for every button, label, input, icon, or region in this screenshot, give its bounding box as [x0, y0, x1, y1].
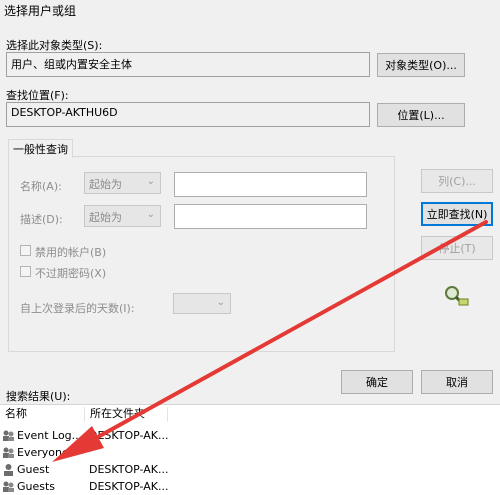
user-icon	[4, 464, 13, 476]
desc-label: 描述(D):	[20, 213, 63, 226]
column-divider	[84, 407, 85, 422]
location-label: 查找位置(F):	[6, 89, 69, 102]
table-row[interactable]: Guests DESKTOP-AK...	[0, 478, 500, 495]
object-type-value: 用户、组或内置安全主体	[11, 58, 132, 71]
location-button[interactable]: 位置(L)...	[377, 103, 465, 127]
chevron-down-icon: ⌄	[146, 209, 155, 220]
window-title: 选择用户或组	[4, 4, 77, 18]
group-icon	[3, 447, 14, 458]
table-row[interactable]: Event Log... DESKTOP-AK...	[0, 427, 500, 444]
find-now-button[interactable]: 立即查找(N)	[421, 202, 493, 226]
column-header-name[interactable]: 名称	[5, 405, 83, 423]
tab-general-query-label: 一般性查询	[13, 143, 68, 156]
name-label: 名称(A):	[20, 180, 62, 193]
table-row[interactable]: Everyone	[0, 444, 500, 461]
stop-button[interactable]: 停止(T)	[421, 236, 493, 260]
non-expiring-pw-checkbox[interactable]	[20, 266, 31, 277]
results-label: 搜索结果(U):	[6, 390, 71, 403]
non-expiring-pw-label: 不过期密码(X)	[35, 267, 107, 280]
days-label: 自上次登录后的天数(I):	[20, 302, 135, 315]
disabled-accounts-label: 禁用的帐户(B)	[35, 246, 107, 259]
table-row[interactable]: Guest DESKTOP-AK...	[0, 461, 500, 478]
column-divider	[167, 407, 168, 422]
ok-button[interactable]: 确定	[341, 370, 413, 394]
row-location: DESKTOP-AK...	[89, 480, 169, 493]
desc-combo-value: 起始为	[89, 211, 122, 224]
results-list[interactable]: 名称 所在文件夹 Event Log... DESKTOP-AK... Ever…	[0, 404, 500, 495]
group-icon	[3, 481, 14, 492]
name-combo-value: 起始为	[89, 178, 122, 191]
row-name: Event Log...	[17, 429, 83, 442]
location-field: DESKTOP-AKTHU6D	[6, 102, 370, 127]
chevron-down-icon: ⌄	[216, 297, 225, 308]
object-type-button[interactable]: 对象类型(O)...	[377, 53, 465, 77]
object-type-field: 用户、组或内置安全主体	[6, 52, 370, 77]
desc-combo[interactable]: 起始为 ⌄	[84, 205, 161, 227]
chevron-down-icon: ⌄	[146, 176, 155, 187]
cancel-button[interactable]: 取消	[421, 370, 493, 394]
row-name: Everyone	[17, 446, 69, 459]
days-combo[interactable]: ⌄	[173, 293, 231, 314]
object-type-label: 选择此对象类型(S):	[6, 39, 103, 52]
columns-button[interactable]: 列(C)...	[421, 169, 493, 193]
name-input[interactable]	[174, 172, 367, 197]
disabled-accounts-checkbox[interactable]	[20, 245, 31, 256]
name-combo[interactable]: 起始为 ⌄	[84, 172, 161, 194]
tab-general-query[interactable]: 一般性查询	[8, 139, 73, 158]
search-person-icon	[445, 286, 469, 306]
row-location: DESKTOP-AK...	[89, 429, 169, 442]
row-name: Guest	[17, 463, 50, 476]
row-location: DESKTOP-AK...	[89, 463, 169, 476]
location-value: DESKTOP-AKTHU6D	[11, 106, 118, 119]
column-header-folder[interactable]: 所在文件夹	[90, 405, 168, 423]
group-icon	[3, 430, 14, 441]
desc-input[interactable]	[174, 204, 367, 229]
row-name: Guests	[17, 480, 56, 493]
